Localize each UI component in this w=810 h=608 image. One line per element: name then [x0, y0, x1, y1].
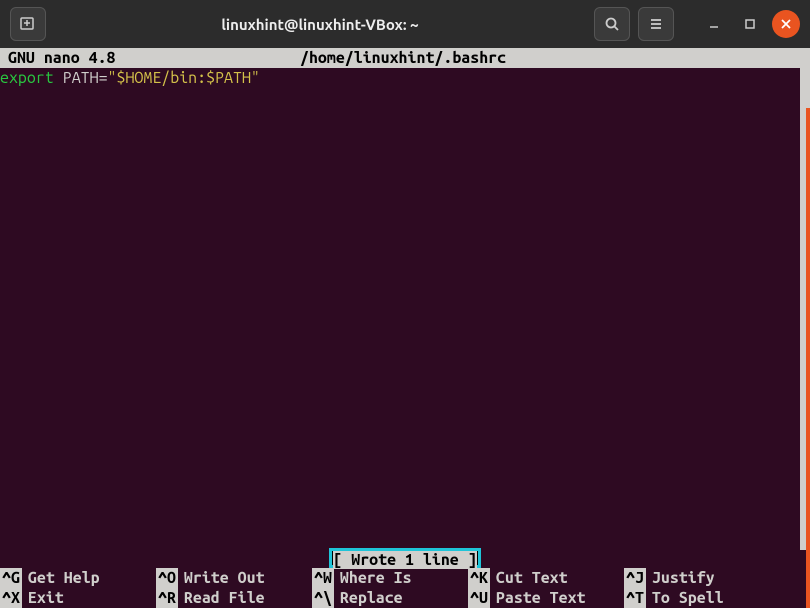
shortcut-label: Replace [340, 588, 403, 608]
shortcut-label: Exit [28, 588, 64, 608]
shortcut-label: Where Is [340, 568, 412, 588]
editor-content[interactable]: export PATH="$HOME/bin:$PATH" [0, 68, 810, 88]
shortcut-label: Cut Text [496, 568, 568, 588]
hamburger-icon [648, 16, 664, 32]
window-title: linuxhint@linuxhint-VBox: ~ [52, 16, 588, 33]
nano-header: GNU nano 4.8 /home/linuxhint/.bashrc [0, 48, 810, 68]
maximize-button[interactable] [736, 10, 764, 38]
shortcut-exit[interactable]: ^X Exit [0, 588, 156, 608]
shortcut-key: ^U [468, 588, 490, 608]
terminal-window: linuxhint@linuxhint-VBox: ~ [0, 0, 810, 608]
shortcut-row-2: ^X Exit ^R Read File ^\ Replace ^U Paste… [0, 588, 810, 608]
shortcut-key: ^O [156, 568, 178, 588]
nano-shortcut-bar: ^G Get Help ^O Write Out ^W Where Is ^K … [0, 568, 810, 608]
shortcut-justify[interactable]: ^J Justify [624, 568, 780, 588]
syntax-string: "$HOME/bin:$PATH" [108, 69, 260, 87]
minimize-button[interactable] [700, 10, 728, 38]
shortcut-label: Read File [184, 588, 265, 608]
new-tab-icon [19, 15, 37, 33]
shortcut-key: ^\ [312, 588, 334, 608]
shortcut-key: ^T [624, 588, 646, 608]
syntax-keyword: export [0, 69, 63, 87]
close-button[interactable] [772, 10, 800, 38]
shortcut-label: To Spell [652, 588, 724, 608]
terminal-area[interactable]: GNU nano 4.8 /home/linuxhint/.bashrc exp… [0, 48, 810, 608]
shortcut-label: Get Help [28, 568, 100, 588]
nano-filename: /home/linuxhint/.bashrc [300, 48, 810, 68]
syntax-var: PATH= [63, 69, 108, 87]
shortcut-label: Write Out [184, 568, 265, 588]
maximize-icon [744, 18, 756, 30]
close-icon [780, 18, 792, 30]
minimize-icon [708, 18, 720, 30]
shortcut-read-file[interactable]: ^R Read File [156, 588, 312, 608]
shortcut-key: ^X [0, 588, 22, 608]
titlebar-right [594, 7, 800, 41]
nano-status-line: [ Wrote 1 line ] [0, 548, 810, 568]
search-icon [604, 16, 620, 32]
shortcut-label: Paste Text [496, 588, 586, 608]
shortcut-get-help[interactable]: ^G Get Help [0, 568, 156, 588]
shortcut-key: ^W [312, 568, 334, 588]
shortcut-where-is[interactable]: ^W Where Is [312, 568, 468, 588]
status-message: [ Wrote 1 line ] [329, 548, 480, 568]
shortcut-to-spell[interactable]: ^T To Spell [624, 588, 780, 608]
shortcut-replace[interactable]: ^\ Replace [312, 588, 468, 608]
window-titlebar: linuxhint@linuxhint-VBox: ~ [0, 0, 810, 48]
menu-button[interactable] [638, 7, 674, 41]
shortcut-key: ^K [468, 568, 490, 588]
shortcut-key: ^J [624, 568, 646, 588]
outer-scrollbar[interactable] [806, 108, 810, 608]
shortcut-paste-text[interactable]: ^U Paste Text [468, 588, 624, 608]
search-button[interactable] [594, 7, 630, 41]
shortcut-key: ^R [156, 588, 178, 608]
nano-version: GNU nano 4.8 [0, 48, 300, 68]
shortcut-key: ^G [0, 568, 22, 588]
new-tab-button[interactable] [10, 7, 46, 41]
shortcut-row-1: ^G Get Help ^O Write Out ^W Where Is ^K … [0, 568, 810, 588]
shortcut-write-out[interactable]: ^O Write Out [156, 568, 312, 588]
titlebar-left [10, 7, 46, 41]
shortcut-label: Justify [652, 568, 715, 588]
shortcut-cut-text[interactable]: ^K Cut Text [468, 568, 624, 588]
